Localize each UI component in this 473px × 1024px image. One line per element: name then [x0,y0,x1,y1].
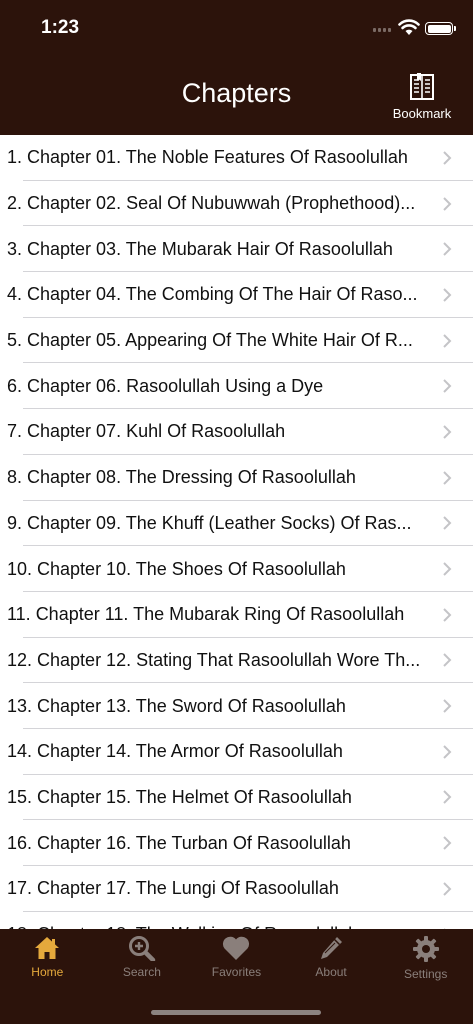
chevron-right-icon [443,836,452,850]
battery-icon [425,22,456,35]
chevron-right-icon [443,653,452,668]
status-time: 1:23 [41,17,80,38]
chevron-right-icon [443,516,452,531]
chevron-right-icon [443,425,452,439]
tab-settings[interactable]: Settings [378,929,473,989]
chapter-row[interactable]: 10. Chapter 10. The Shoes Of Rasoolullah [0,546,473,592]
header-bar: 1:23 Chapters Bookmark [0,0,473,135]
chapter-row[interactable]: 15. Chapter 15. The Helmet Of Rasoolulla… [0,775,473,821]
chevron-right-icon [443,699,452,713]
chevron-right-icon [443,333,452,348]
pencil-icon [321,937,343,959]
chapter-title: 16. Chapter 16. The Turban Of Rasoolulla… [7,832,351,853]
chapter-title: 13. Chapter 13. The Sword Of Rasoolullah [7,695,346,716]
chapter-title: 14. Chapter 14. The Armor Of Rasoolullah [7,741,343,762]
chapter-title: 5. Chapter 05. Appearing Of The White Ha… [7,330,413,351]
search-icon [128,936,156,961]
chapter-row[interactable]: 8. Chapter 08. The Dressing Of Rasoolull… [0,455,473,501]
chapter-title: 3. Chapter 03. The Mubarak Hair Of Rasoo… [7,238,393,259]
chapter-title: 10. Chapter 10. The Shoes Of Rasoolullah [7,558,346,579]
chapter-title: 6. Chapter 06. Rasoolullah Using a Dye [7,375,324,396]
chapter-title: 15. Chapter 15. The Helmet Of Rasoolulla… [7,786,352,807]
tab-favorites-label: Favorites [211,965,262,979]
chapter-row[interactable]: 7. Chapter 07. Kuhl Of Rasoolullah [0,409,473,455]
heart-icon [223,936,250,960]
chapter-row[interactable]: 16. Chapter 16. The Turban Of Rasoolulla… [0,820,473,866]
cellular-signal-icon [373,28,391,32]
chevron-right-icon [443,562,452,576]
home-indicator [151,1010,321,1015]
tab-about[interactable]: About [284,929,379,989]
tab-search-label: Search [122,965,161,979]
tab-home-label: Home [31,965,64,979]
chapter-title: 12. Chapter 12. Stating That Rasoolullah… [7,649,421,670]
chapter-title: 17. Chapter 17. The Lungi Of Rasoolullah [7,878,339,899]
bookmark-label: Bookmark [392,106,452,121]
chevron-right-icon [443,882,452,896]
chevron-right-icon [443,379,452,393]
chapter-title: 4. Chapter 04. The Combing Of The Hair O… [7,284,418,305]
chevron-right-icon [443,288,452,302]
chapter-title: 7. Chapter 07. Kuhl Of Rasoolullah [7,421,286,442]
tab-favorites[interactable]: Favorites [189,929,284,989]
chapter-row[interactable]: 12. Chapter 12. Stating That Rasoolullah… [0,638,473,684]
chapter-list[interactable]: 1. Chapter 01. The Noble Features Of Ras… [0,135,473,929]
chevron-right-icon [443,745,452,759]
chapter-row[interactable]: 18. Chapter 18. The Walking Of Rasoolull… [0,912,473,929]
chapter-row[interactable]: 9. Chapter 09. The Khuff (Leather Socks)… [0,501,473,547]
chapter-title: 2. Chapter 02. Seal Of Nubuwwah (Prophet… [7,193,416,214]
chapter-row[interactable]: 3. Chapter 03. The Mubarak Hair Of Rasoo… [0,226,473,272]
chapter-row[interactable]: 1. Chapter 01. The Noble Features Of Ras… [0,135,473,181]
chevron-right-icon [443,242,452,256]
chapter-title: 8. Chapter 08. The Dressing Of Rasoolull… [7,467,356,488]
chevron-right-icon [443,151,452,165]
tab-about-label: About [315,965,347,979]
bookmark-button[interactable]: Bookmark [386,72,458,126]
chapter-row[interactable]: 6. Chapter 06. Rasoolullah Using a Dye [0,363,473,409]
tab-search[interactable]: Search [95,929,190,989]
chapter-row[interactable]: 5. Chapter 05. Appearing Of The White Ha… [0,318,473,364]
bookmark-icon [410,73,434,100]
chapter-row[interactable]: 17. Chapter 17. The Lungi Of Rasoolullah [0,866,473,912]
tab-settings-label: Settings [403,967,448,981]
chapter-title: 1. Chapter 01. The Noble Features Of Ras… [7,147,408,168]
tab-home[interactable]: Home [0,929,95,989]
home-icon [35,937,60,959]
chevron-right-icon [443,608,452,622]
chapter-row[interactable]: 2. Chapter 02. Seal Of Nubuwwah (Prophet… [0,181,473,227]
chevron-right-icon [443,196,452,211]
chevron-right-icon [443,470,452,485]
chapter-row[interactable]: 14. Chapter 14. The Armor Of Rasoolullah [0,729,473,775]
chapter-row[interactable]: 13. Chapter 13. The Sword Of Rasoolullah [0,683,473,729]
chapter-row[interactable]: 4. Chapter 04. The Combing Of The Hair O… [0,272,473,318]
wifi-icon [398,19,420,35]
chapter-title: 9. Chapter 09. The Khuff (Leather Socks)… [7,512,412,533]
chapter-title: 11. Chapter 11. The Mubarak Ring Of Raso… [7,604,405,625]
chevron-right-icon [443,790,452,805]
status-bar: 1:23 [0,0,473,56]
chapter-row[interactable]: 11. Chapter 11. The Mubarak Ring Of Raso… [0,592,473,638]
gear-icon [412,936,439,962]
